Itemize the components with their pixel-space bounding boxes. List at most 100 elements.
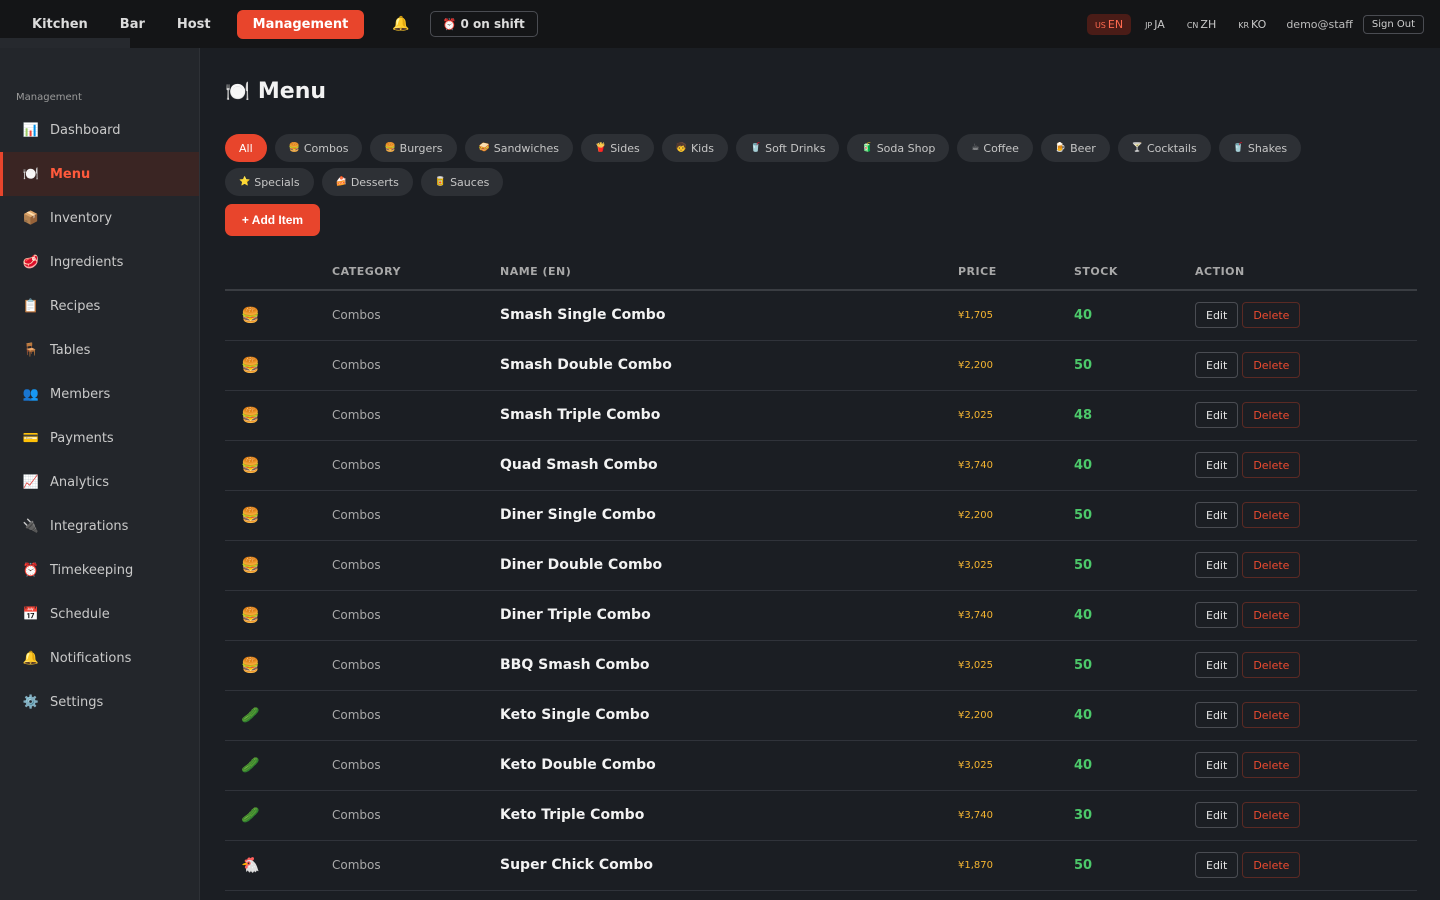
filter-chip-burgers[interactable]: 🍔 Burgers	[370, 134, 457, 162]
edit-button[interactable]: Edit	[1195, 852, 1239, 878]
filter-chip-soda-shop[interactable]: 🧃 Soda Shop	[847, 134, 950, 162]
category-icon: 🥤	[1232, 143, 1244, 153]
delete-button[interactable]: Delete	[1242, 502, 1301, 528]
sidebar-item-integrations[interactable]: 🔌 Integrations	[0, 504, 199, 548]
item-icon: 🍔	[225, 290, 332, 341]
edit-button[interactable]: Edit	[1195, 602, 1239, 628]
delete-button[interactable]: Delete	[1242, 352, 1301, 378]
lang-en[interactable]: US EN	[1086, 13, 1132, 35]
sign-out-button[interactable]: Sign Out	[1362, 14, 1424, 34]
lang-label: JA	[1154, 17, 1165, 31]
sidebar-item-timekeeping[interactable]: ⏰ Timekeeping	[0, 548, 199, 592]
sidebar-item-dashboard[interactable]: 📊 Dashboard	[0, 108, 199, 152]
item-name: Smash Single Combo	[500, 290, 958, 341]
edit-button[interactable]: Edit	[1195, 702, 1239, 728]
sidebar-item-menu[interactable]: 🍽️ Menu	[0, 152, 199, 196]
user-email: demo@staff	[1286, 17, 1353, 31]
filter-chip-shakes[interactable]: 🥤 Shakes	[1218, 134, 1302, 162]
delete-button[interactable]: Delete	[1242, 452, 1301, 478]
edit-button[interactable]: Edit	[1195, 502, 1239, 528]
sidebar-item-analytics[interactable]: 📈 Analytics	[0, 460, 199, 504]
table-row: 🍔 Combos Smash Single Combo ¥1,705 40 Edit Del…	[225, 290, 1417, 341]
item-icon: 🥒	[225, 690, 332, 741]
page-title: Menu	[257, 78, 327, 104]
chip-label: Shakes	[1247, 141, 1288, 155]
filter-chip-beer[interactable]: 🍺 Beer	[1040, 134, 1110, 162]
delete-button[interactable]: Delete	[1242, 302, 1301, 329]
item-icon: 🥒	[225, 740, 332, 791]
filter-chip-all[interactable]: All	[225, 134, 267, 162]
filter-chip-coffee[interactable]: ☕ Coffee	[957, 134, 1033, 162]
delete-button[interactable]: Delete	[1242, 852, 1301, 878]
item-actions: Edit Delete	[1195, 540, 1417, 591]
col-icon-header	[225, 254, 332, 291]
edit-button[interactable]: Edit	[1195, 302, 1239, 329]
filter-chip-soft-drinks[interactable]: 🥤 Soft Drinks	[735, 134, 840, 162]
shift-status-button[interactable]: ⏰ 0 on shift	[429, 11, 538, 37]
item-stock: 40	[1074, 290, 1195, 341]
filter-chip-desserts[interactable]: 🍰 Desserts	[321, 168, 413, 196]
filter-chip-kids[interactable]: 🧒 Kids	[661, 134, 728, 162]
sidebar-item-settings[interactable]: ⚙️ Settings	[0, 680, 199, 724]
sidebar-item-schedule[interactable]: 📅 Schedule	[0, 592, 199, 636]
sidebar-item-members[interactable]: 👥 Members	[0, 372, 199, 416]
delete-button[interactable]: Delete	[1242, 552, 1301, 578]
lang-zh[interactable]: CN ZH	[1179, 14, 1224, 35]
filter-chip-sandwiches[interactable]: 🥪 Sandwiches	[464, 134, 573, 162]
delete-button[interactable]: Delete	[1242, 752, 1301, 778]
filter-chip-specials[interactable]: ⭐ Specials	[225, 168, 314, 196]
item-icon: 🥒	[225, 790, 332, 841]
item-actions: Edit Delete	[1195, 590, 1417, 641]
sidebar-item-label: Payments	[50, 430, 114, 446]
sidebar-item-ingredients[interactable]: 🥩 Ingredients	[0, 240, 199, 284]
item-actions: Edit Delete	[1195, 790, 1417, 841]
lang-ko[interactable]: KR KO	[1230, 14, 1274, 35]
sidebar-item-inventory[interactable]: 📦 Inventory	[0, 196, 199, 240]
edit-button[interactable]: Edit	[1195, 552, 1239, 578]
tab-host[interactable]: Host	[161, 0, 227, 48]
item-price: ¥3,025	[958, 640, 1074, 691]
shift-label: 0 on shift	[460, 17, 525, 31]
item-name: Diner Single Combo	[500, 490, 958, 541]
chip-label: Sandwiches	[493, 141, 559, 155]
bell-icon[interactable]: 🔔	[392, 16, 409, 32]
item-category: Combos	[332, 390, 500, 441]
item-price: ¥3,025	[958, 540, 1074, 591]
tab-management[interactable]: Management	[236, 9, 365, 39]
edit-button[interactable]: Edit	[1195, 402, 1239, 428]
edit-button[interactable]: Edit	[1195, 652, 1239, 678]
table-row: 🥒 Combos Keto Single Combo ¥2,200 40 Edit Dele…	[225, 690, 1417, 741]
edit-button[interactable]: Edit	[1195, 802, 1239, 828]
delete-button[interactable]: Delete	[1242, 702, 1301, 728]
bell-icon: 🔔	[22, 650, 40, 666]
category-filter: All 🍔 Combos 🍔 Burgers 🥪 Sandwiches 🍟 Sides 🧒 Kids…	[225, 134, 1385, 196]
filter-chip-sauces[interactable]: 🥫 Sauces	[420, 168, 504, 196]
edit-button[interactable]: Edit	[1195, 452, 1239, 478]
filter-chip-combos[interactable]: 🍔 Combos	[274, 134, 363, 162]
item-stock: 40	[1074, 690, 1195, 741]
sidebar-item-recipes[interactable]: 📋 Recipes	[0, 284, 199, 328]
col-name-header: NAME (EN)	[500, 254, 958, 291]
category-icon: 🧃	[861, 143, 873, 153]
sidebar-item-tables[interactable]: 🪑 Tables	[0, 328, 199, 372]
add-item-button[interactable]: + Add Item	[225, 204, 320, 236]
filter-chip-cocktails[interactable]: 🍸 Cocktails	[1117, 134, 1211, 162]
delete-button[interactable]: Delete	[1242, 652, 1301, 678]
edit-button[interactable]: Edit	[1195, 752, 1239, 778]
delete-button[interactable]: Delete	[1242, 802, 1301, 828]
table-row: 🍔 Combos Smash Double Combo ¥2,200 50 Edit Del…	[225, 340, 1417, 391]
col-price-header: PRICE	[958, 254, 1074, 291]
chip-label: Sauces	[450, 175, 490, 189]
top-bar: Kitchen Bar Host Management 🔔 ⏰ 0 on shi…	[0, 0, 1440, 48]
filter-chip-sides[interactable]: 🍟 Sides	[580, 134, 654, 162]
table-row: 🍔 Combos Diner Triple Combo ¥3,740 40 Edit Del…	[225, 590, 1417, 641]
sidebar-item-label: Settings	[50, 694, 104, 710]
sidebar-item-payments[interactable]: 💳 Payments	[0, 416, 199, 460]
edit-button[interactable]: Edit	[1195, 352, 1239, 378]
top-right-controls: US EN JP JA CN ZH KR KO demo@staff Sign Out	[1086, 13, 1440, 35]
delete-button[interactable]: Delete	[1242, 402, 1301, 428]
delete-button[interactable]: Delete	[1242, 602, 1301, 628]
item-stock: 48	[1074, 390, 1195, 441]
lang-ja[interactable]: JP JA	[1137, 14, 1173, 35]
sidebar-item-notifications[interactable]: 🔔 Notifications	[0, 636, 199, 680]
